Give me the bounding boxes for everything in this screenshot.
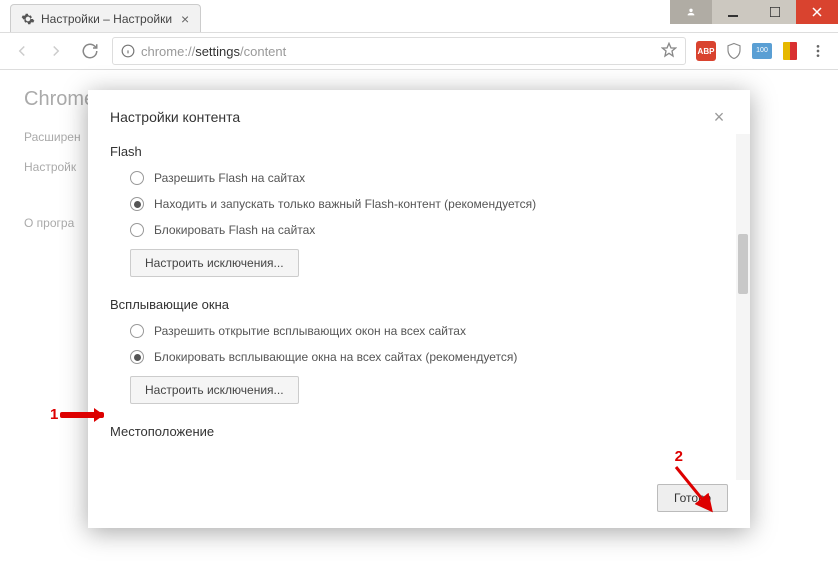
radio-group: Разрешить открытие всплывающих окон на в… — [110, 324, 728, 364]
radio-popups-allow[interactable]: Разрешить открытие всплывающих окон на в… — [130, 324, 728, 338]
popups-section: Всплывающие окна Разрешить открытие вспл… — [110, 297, 728, 404]
radio-flash-block[interactable]: Блокировать Flash на сайтах — [130, 223, 728, 237]
browser-window: Настройки – Настройки × — [0, 0, 838, 581]
modal-body: Flash Разрешить Flash на сайтах Находить… — [88, 140, 750, 472]
content-settings-modal: Настройки контента × Flash Разрешить Fla… — [88, 90, 750, 528]
popups-exceptions-button[interactable]: Настроить исключения... — [130, 376, 299, 404]
modal-overlay: Настройки контента × Flash Разрешить Fla… — [0, 0, 838, 581]
location-section: Местоположение — [110, 424, 728, 439]
radio-icon — [130, 171, 144, 185]
section-title: Местоположение — [110, 424, 728, 439]
radio-group: Разрешить Flash на сайтах Находить и зап… — [110, 171, 728, 237]
radio-flash-detect[interactable]: Находить и запускать только важный Flash… — [130, 197, 728, 211]
radio-icon — [130, 324, 144, 338]
flash-section: Flash Разрешить Flash на сайтах Находить… — [110, 144, 728, 277]
radio-flash-allow[interactable]: Разрешить Flash на сайтах — [130, 171, 728, 185]
modal-title: Настройки контента — [110, 109, 240, 125]
radio-label: Блокировать всплывающие окна на всех сай… — [154, 350, 517, 364]
flash-exceptions-button[interactable]: Настроить исключения... — [130, 249, 299, 277]
section-title: Всплывающие окна — [110, 297, 728, 312]
modal-header: Настройки контента × — [88, 90, 750, 140]
radio-icon — [130, 197, 144, 211]
section-title: Flash — [110, 144, 728, 159]
radio-icon — [130, 350, 144, 364]
radio-label: Блокировать Flash на сайтах — [154, 223, 315, 237]
radio-label: Находить и запускать только важный Flash… — [154, 197, 536, 211]
radio-icon — [130, 223, 144, 237]
radio-label: Разрешить Flash на сайтах — [154, 171, 305, 185]
modal-close-button[interactable]: × — [710, 108, 728, 126]
radio-label: Разрешить открытие всплывающих окон на в… — [154, 324, 466, 338]
modal-footer: Готово — [88, 472, 750, 528]
radio-popups-block[interactable]: Блокировать всплывающие окна на всех сай… — [130, 350, 728, 364]
done-button[interactable]: Готово — [657, 484, 728, 512]
